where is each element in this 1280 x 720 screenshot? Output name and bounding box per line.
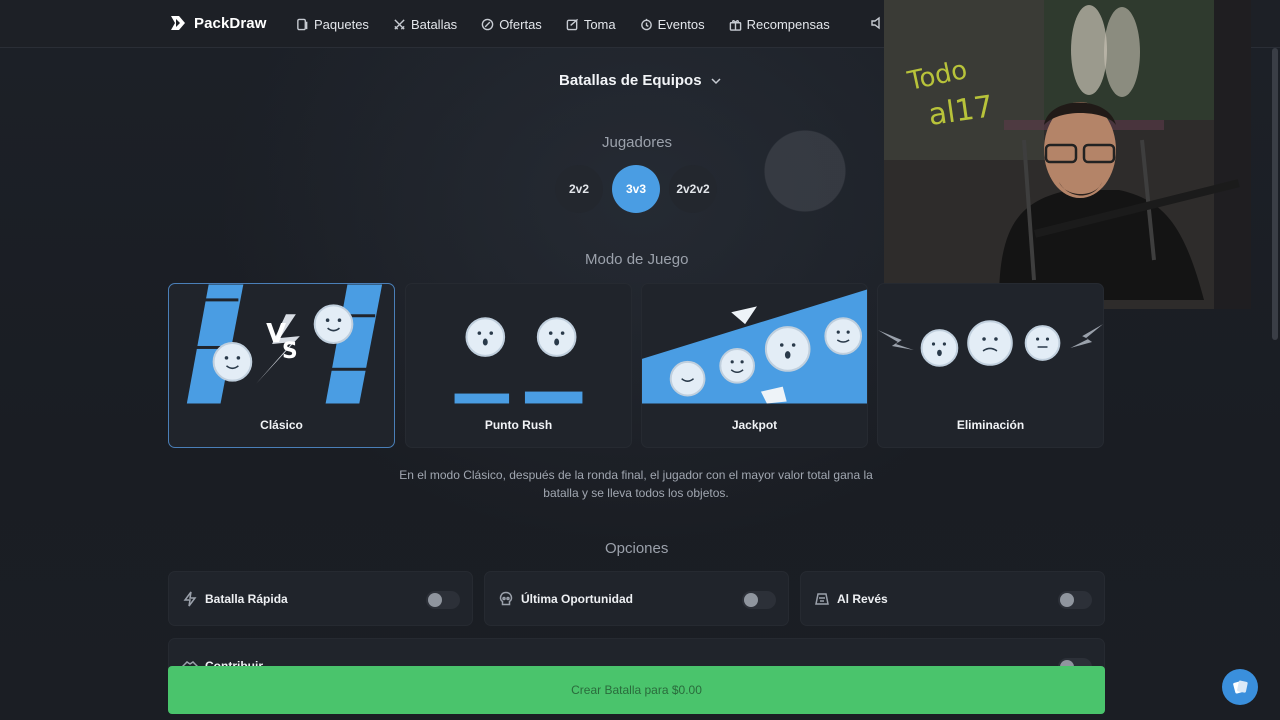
player-option-3v3[interactable]: 3v3 bbox=[612, 165, 660, 213]
mode-label: Clásico bbox=[260, 418, 303, 432]
main-nav: Paquetes Batallas Ofertas Toma Eventos R… bbox=[296, 0, 854, 48]
nav-item-batallas[interactable]: Batallas bbox=[393, 17, 457, 32]
battle-type-dropdown[interactable]: Batallas de Equipos bbox=[559, 72, 722, 89]
batalla-rapida-toggle[interactable] bbox=[426, 591, 460, 609]
nav-item-eventos[interactable]: Eventos bbox=[640, 17, 705, 32]
gift-icon bbox=[729, 19, 741, 31]
nav-label: Ofertas bbox=[499, 16, 542, 32]
packdraw-logo-icon bbox=[171, 16, 185, 30]
nav-label: Eventos bbox=[657, 16, 705, 32]
events-icon bbox=[640, 18, 652, 30]
mode-card-eliminacion[interactable]: Eliminación bbox=[877, 283, 1104, 448]
nav-label: Recompensas bbox=[746, 16, 830, 32]
player-option-2v2v2[interactable]: 2v2v2 bbox=[669, 165, 717, 213]
option-ultima-oportunidad: Última Oportunidad bbox=[484, 571, 789, 626]
draw-icon bbox=[566, 18, 578, 30]
webcam-image: Todo al17 bbox=[884, 0, 1251, 309]
brand-logo[interactable]: PackDraw bbox=[168, 13, 267, 33]
jackpot-illustration bbox=[642, 289, 867, 404]
option-label: Batalla Rápida bbox=[205, 592, 288, 606]
bolt-icon bbox=[183, 591, 197, 607]
players-heading: Jugadores bbox=[602, 134, 673, 151]
mode-label: Jackpot bbox=[731, 418, 778, 432]
elimination-illustration bbox=[878, 320, 1103, 367]
classic-mode-illustration: V S bbox=[186, 284, 383, 404]
option-batalla-rapida: Batalla Rápida bbox=[168, 571, 473, 626]
battle-type-label: Batallas de Equipos bbox=[559, 72, 702, 89]
swords-icon bbox=[394, 18, 405, 30]
nav-item-paquetes[interactable]: Paquetes bbox=[296, 17, 369, 32]
mode-card-jackpot[interactable]: Jackpot bbox=[641, 283, 868, 448]
nav-item-ofertas[interactable]: Ofertas bbox=[481, 17, 542, 32]
reverse-icon bbox=[815, 593, 829, 605]
versus-text: S bbox=[282, 339, 298, 364]
option-label: Última Oportunidad bbox=[521, 592, 633, 606]
support-chat-button[interactable] bbox=[1222, 669, 1258, 705]
skull-icon bbox=[499, 591, 513, 606]
create-battle-button[interactable]: Crear Batalla para $0.00 bbox=[168, 666, 1105, 714]
option-al-reves: Al Revés bbox=[800, 571, 1105, 626]
speaker-icon[interactable] bbox=[870, 16, 884, 30]
packs-icon bbox=[297, 18, 308, 30]
mode-card-clasico[interactable]: V S Clásico bbox=[168, 283, 395, 448]
al-reves-toggle[interactable] bbox=[1058, 591, 1092, 609]
cards-icon bbox=[1233, 680, 1248, 694]
chevron-down-icon bbox=[711, 77, 721, 84]
offers-icon bbox=[481, 18, 494, 30]
punto-rush-illustration bbox=[454, 317, 583, 404]
nav-item-recompensas[interactable]: Recompensas bbox=[729, 17, 830, 32]
option-label: Al Revés bbox=[837, 592, 888, 606]
nav-item-toma[interactable]: Toma bbox=[566, 17, 616, 32]
ultima-oportunidad-toggle[interactable] bbox=[742, 591, 776, 609]
mode-label: Eliminación bbox=[956, 418, 1025, 432]
nav-label: Paquetes bbox=[314, 16, 369, 32]
player-option-2v2[interactable]: 2v2 bbox=[555, 165, 603, 213]
nav-label: Batallas bbox=[410, 16, 458, 32]
nav-label: Toma bbox=[583, 16, 616, 32]
mode-label: Punto Rush bbox=[484, 418, 553, 432]
mode-card-punto-rush[interactable]: Punto Rush bbox=[405, 283, 632, 448]
streamer-webcam: Todo al17 bbox=[884, 0, 1251, 309]
brand-name: PackDraw bbox=[194, 14, 267, 32]
game-mode-heading: Modo de Juego bbox=[585, 251, 689, 268]
page-scrollbar[interactable] bbox=[1272, 48, 1278, 340]
mode-description: En el modo Clásico, después de la ronda … bbox=[399, 468, 873, 500]
options-heading: Opciones bbox=[605, 540, 669, 557]
